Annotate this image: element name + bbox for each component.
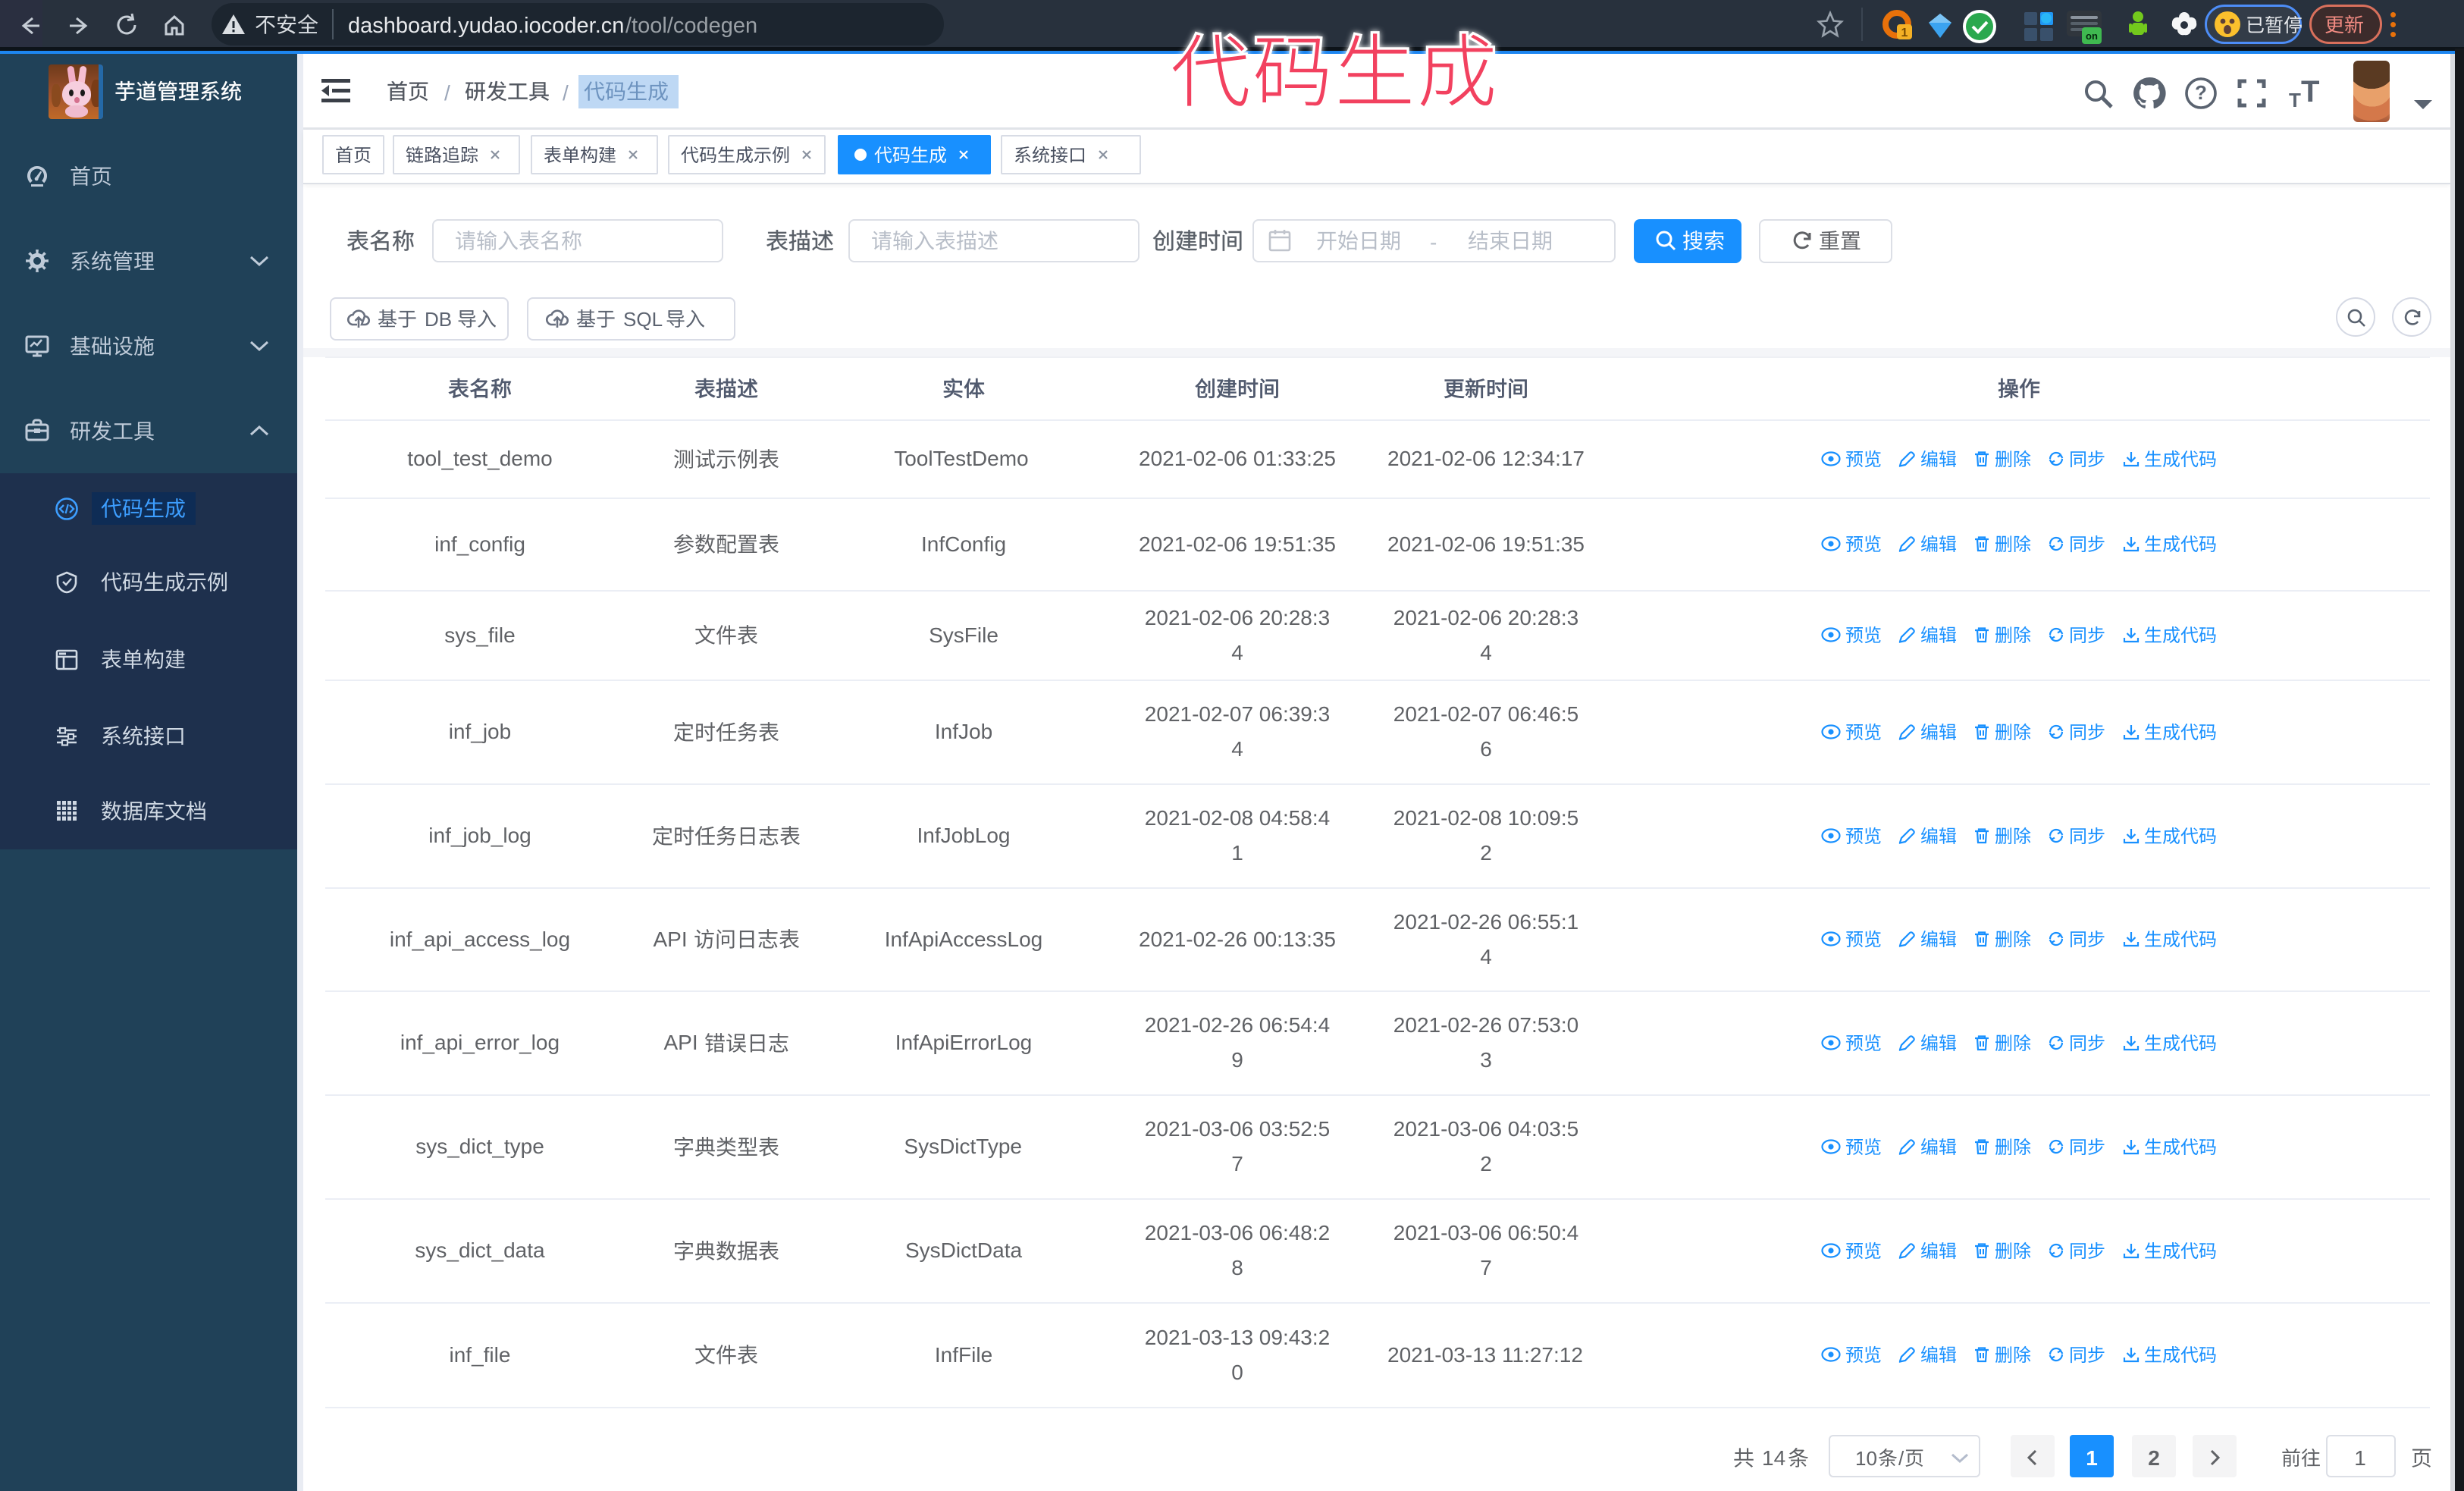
svg-text:?: ? [2195, 81, 2207, 104]
svg-text:on: on [2086, 30, 2098, 42]
svg-text:1: 1 [1901, 27, 1908, 39]
